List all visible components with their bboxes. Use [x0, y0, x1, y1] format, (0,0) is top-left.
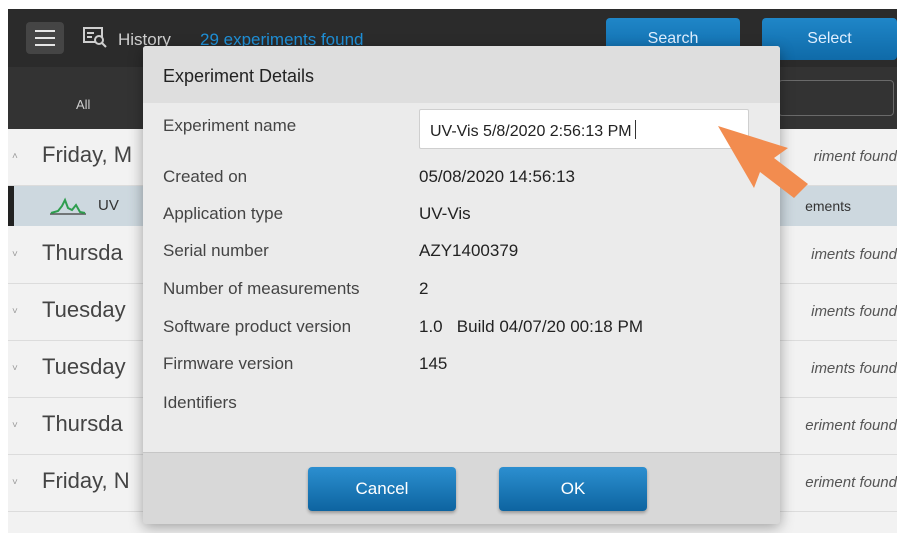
chevron-down-icon: ˅: [12, 249, 18, 260]
created-on-label: Created on: [163, 167, 248, 186]
group-count: iments found: [811, 246, 897, 263]
serial-number-value: AZY1400379: [419, 241, 519, 260]
group-count: iments found: [811, 360, 897, 377]
created-on-value: 05/08/2020 14:56:13: [419, 167, 575, 186]
menu-icon-line: [35, 37, 55, 39]
spectrum-icon: [50, 197, 86, 215]
text-caret: [634, 120, 636, 139]
group-count: eriment found: [805, 417, 897, 434]
experiment-name-label: Experiment name: [163, 116, 297, 135]
group-count: eriment found: [805, 474, 897, 491]
date-group-label: Friday, N: [42, 468, 130, 493]
menu-icon-line: [35, 44, 55, 46]
experiment-title: UV: [98, 197, 119, 214]
dialog-footer: Cancel OK: [143, 452, 780, 524]
chevron-down-icon: ˅: [12, 306, 18, 317]
measurements-count-value: 2: [419, 279, 429, 298]
experiment-details-dialog: Experiment Details Experiment name UV-Vi…: [143, 46, 780, 524]
chevron-down-icon: ˅: [12, 420, 18, 431]
date-group-label: Tuesday: [42, 354, 126, 379]
date-group-label: Thursda: [42, 411, 123, 436]
serial-number-label: Serial number: [163, 241, 269, 260]
date-group-label: Tuesday: [42, 297, 126, 322]
chevron-down-icon: ˅: [12, 477, 18, 488]
chevron-down-icon: ˅: [12, 363, 18, 374]
group-count: riment found: [813, 148, 897, 165]
application-type-label: Application type: [163, 204, 284, 223]
pointer-arrow-icon: [718, 126, 808, 198]
identifiers-label: Identifiers: [163, 393, 237, 412]
group-count: iments found: [811, 303, 897, 320]
experiment-name-value: UV-Vis 5/8/2020 2:56:13 PM: [430, 123, 632, 140]
application-type-value: UV-Vis: [419, 204, 471, 223]
firmware-version-value: 145: [419, 354, 448, 373]
software-version-value: 1.0 Build 04/07/20 00:18 PM: [419, 317, 643, 336]
firmware-version-label: Firmware version: [163, 354, 294, 373]
filter-field[interactable]: [778, 80, 894, 116]
ok-button[interactable]: OK: [499, 467, 647, 511]
menu-icon-line: [35, 30, 55, 32]
dialog-title: Experiment Details: [163, 66, 315, 86]
filter-all-tab[interactable]: All: [76, 97, 90, 112]
measurements-count-label: Number of measurements: [163, 279, 360, 298]
select-button[interactable]: Select: [762, 18, 897, 60]
chevron-up-icon: ˄: [12, 151, 18, 162]
menu-button[interactable]: [26, 22, 64, 54]
history-search-icon: [83, 27, 107, 48]
dialog-header: Experiment Details: [143, 46, 780, 103]
date-group-label: Friday, M: [42, 142, 133, 167]
cancel-button[interactable]: Cancel: [308, 467, 456, 511]
date-group-label: Thursda: [42, 240, 123, 265]
software-version-label: Software product version: [163, 317, 352, 336]
experiment-name-input[interactable]: UV-Vis 5/8/2020 2:56:13 PM: [419, 109, 749, 149]
